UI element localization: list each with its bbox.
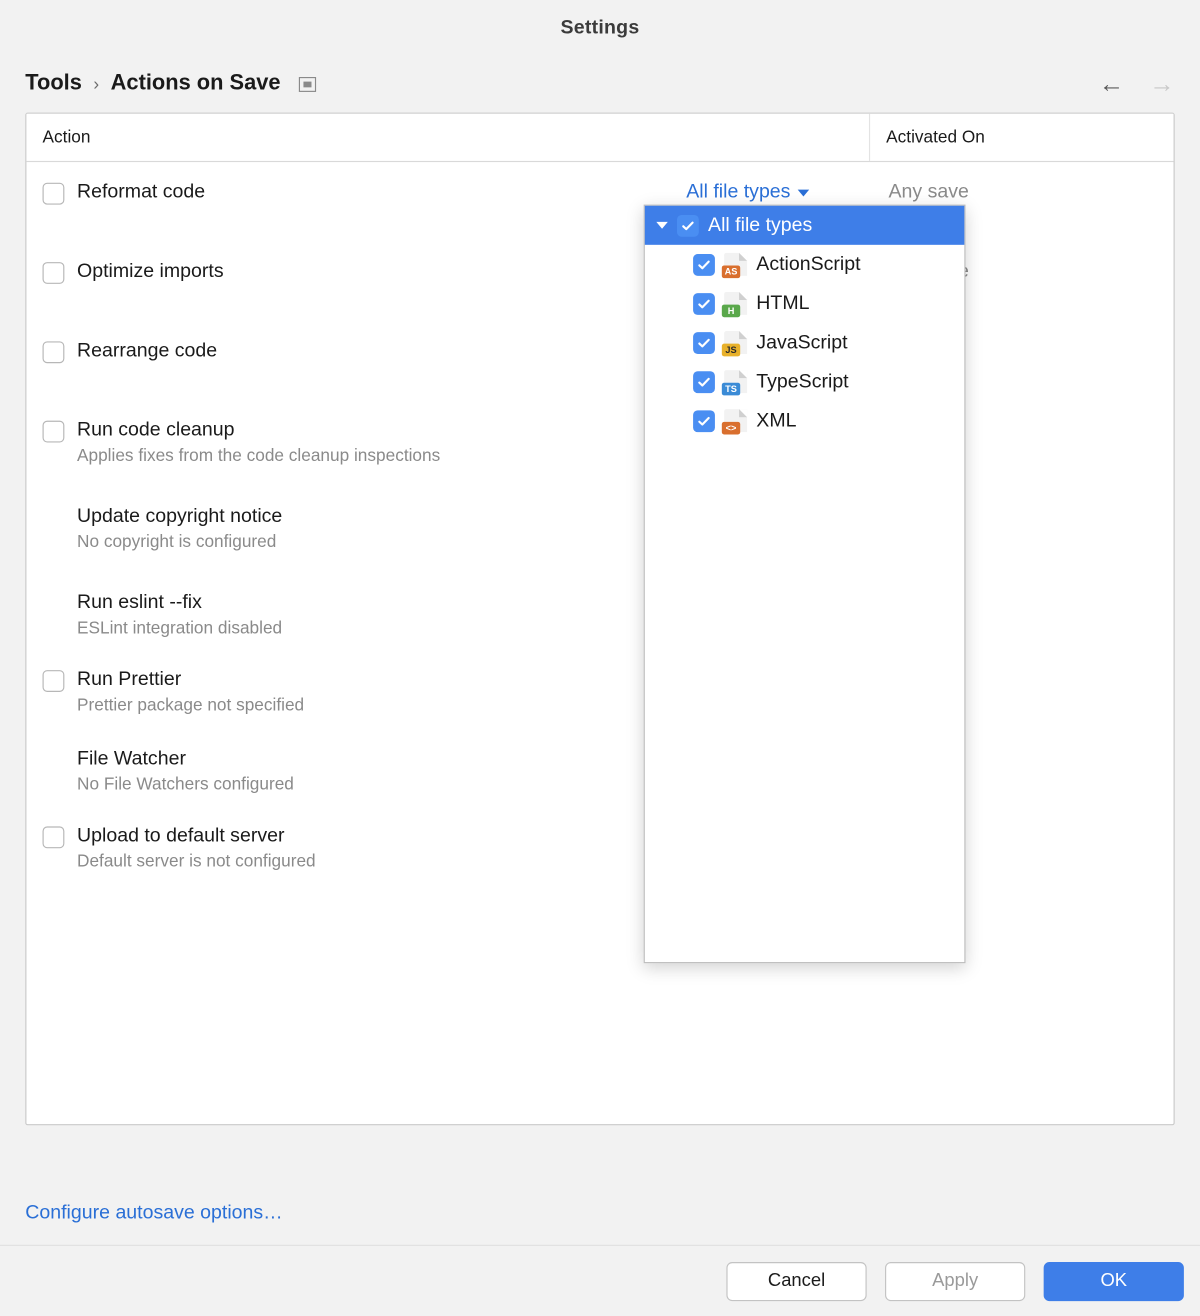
row-reformat-code: Reformat code All file types Any save [26,162,1173,205]
sub-file-watcher: No File Watchers configured [77,775,686,795]
label-update-copyright: Update copyright notice [77,505,686,528]
checkbox-all-file-types[interactable] [677,214,699,236]
breadcrumb-parent[interactable]: Tools [25,71,82,96]
label-all-file-types: All file types [708,214,812,237]
label-upload-default-server: Upload to default server [77,824,686,847]
checkbox-xml[interactable] [693,410,715,432]
window-title: Settings [0,0,1200,60]
dialog-footer: Cancel Apply OK [0,1245,1200,1316]
file-types-all-row[interactable]: All file types [645,206,965,245]
file-type-actionscript[interactable]: AS ActionScript [645,245,965,284]
file-types-label: All file types [686,180,790,203]
chevron-down-icon [797,190,808,197]
breadcrumb: Tools › Actions on Save [25,71,316,96]
activated-reformat: Any save [870,180,1157,203]
table-header: Action Activated On [26,114,1173,162]
file-icon-javascript: JS [724,331,747,354]
checkbox-javascript[interactable] [693,332,715,354]
file-type-typescript[interactable]: TS TypeScript [645,362,965,401]
sub-eslint-fix: ESLint integration disabled [77,618,686,638]
checkbox-optimize-imports[interactable] [43,262,65,284]
column-header-activated: Activated On [870,114,1173,161]
settings-window: Settings Tools › Actions on Save ← → Act… [0,0,1200,1316]
checkbox-code-cleanup[interactable] [43,421,65,443]
checkbox-rearrange-code[interactable] [43,341,65,363]
checkbox-typescript[interactable] [693,371,715,393]
breadcrumb-bar: Tools › Actions on Save ← → [0,60,1200,113]
row-run-prettier: Run Prettier Prettier package not specif… [26,654,1173,715]
column-header-action: Action [26,114,870,161]
checkbox-reformat-code[interactable] [43,183,65,205]
checkbox-upload-default-server[interactable] [43,826,65,848]
label-actionscript: ActionScript [756,253,860,276]
row-code-cleanup: Run code cleanup Applies fixes from the … [26,405,1173,466]
file-types-popup[interactable]: All file types AS ActionScript H HTML JS… [644,205,966,964]
apply-button[interactable]: Apply [885,1261,1025,1300]
sub-code-cleanup: Applies fixes from the code cleanup insp… [77,446,686,466]
checkbox-html[interactable] [693,293,715,315]
sub-update-copyright: No copyright is configured [77,532,686,552]
breadcrumb-current: Actions on Save [111,71,281,96]
configure-autosave-link[interactable]: Configure autosave options… [25,1201,282,1224]
sub-upload-default-server: Default server is not configured [77,852,686,872]
label-javascript: JavaScript [756,331,847,354]
label-reformat-code: Reformat code [77,180,686,203]
label-optimize-imports: Optimize imports [77,260,686,283]
ok-button[interactable]: OK [1044,1261,1184,1300]
label-html: HTML [756,292,809,315]
nav-arrows: ← → [1099,71,1175,96]
sub-run-prettier: Prettier package not specified [77,695,686,715]
cancel-button[interactable]: Cancel [726,1261,866,1300]
row-eslint-fix: Run eslint --fix ESLint integration disa… [26,577,1173,638]
breadcrumb-separator: › [93,74,99,94]
file-icon-actionscript: AS [724,253,747,276]
row-upload-default-server: Upload to default server Default server … [26,810,1173,871]
file-icon-typescript: TS [724,370,747,393]
expand-icon[interactable] [299,76,316,91]
nav-forward-icon: → [1149,71,1174,96]
row-file-watcher: File Watcher No File Watchers configured [26,733,1173,794]
file-type-xml[interactable]: <> XML [645,401,965,440]
nav-back-icon[interactable]: ← [1099,71,1124,96]
checkbox-run-prettier[interactable] [43,670,65,692]
file-icon-xml: <> [724,409,747,432]
label-run-prettier: Run Prettier [77,668,686,691]
row-rearrange-code: Rearrange code [26,325,1173,363]
file-type-html[interactable]: H HTML [645,284,965,323]
chevron-down-icon [656,222,667,229]
label-file-watcher: File Watcher [77,747,686,770]
label-rearrange-code: Rearrange code [77,339,686,362]
file-types-dropdown-reformat[interactable]: All file types [686,180,809,203]
actions-table: Action Activated On Reformat code All fi… [25,113,1174,1126]
label-eslint-fix: Run eslint --fix [77,591,686,614]
file-type-javascript[interactable]: JS JavaScript [645,323,965,362]
label-typescript: TypeScript [756,370,848,393]
file-icon-html: H [724,292,747,315]
checkbox-actionscript[interactable] [693,253,715,275]
label-xml: XML [756,409,796,432]
label-code-cleanup: Run code cleanup [77,418,686,441]
table-body: Reformat code All file types Any save Op… [26,162,1173,871]
row-update-copyright: Update copyright notice No copyright is … [26,491,1173,552]
row-optimize-imports: Optimize imports All file types Any save [26,246,1173,284]
